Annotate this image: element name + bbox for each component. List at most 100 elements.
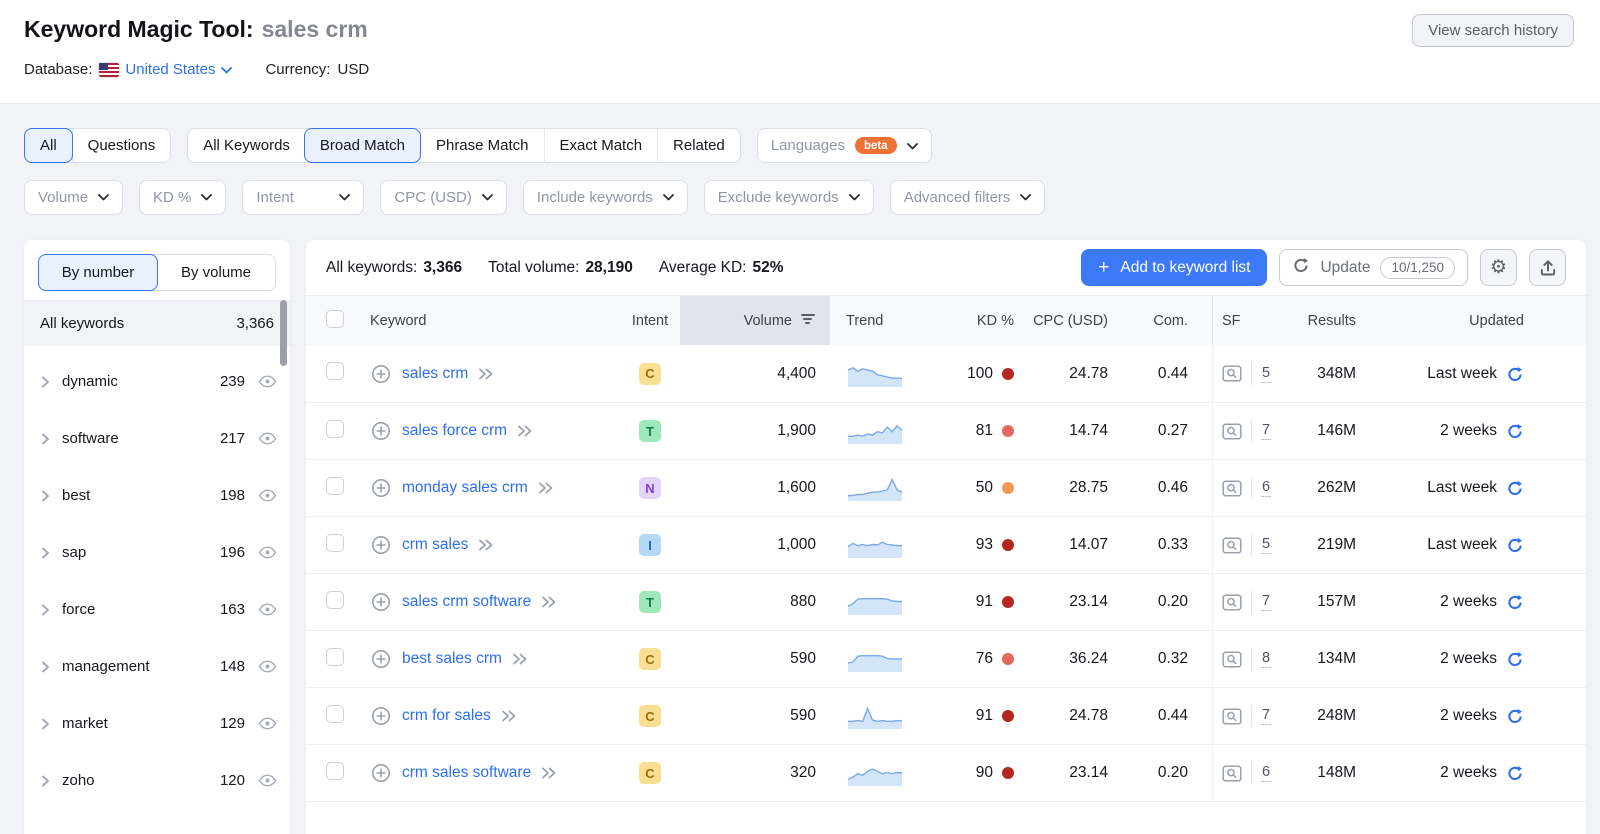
refresh-keyword-button[interactable]	[1506, 650, 1524, 668]
double-chevron-icon[interactable]	[512, 653, 527, 665]
eye-icon[interactable]	[258, 774, 277, 787]
sidebar-group-software[interactable]: software 217	[24, 410, 290, 467]
column-header-cpc[interactable]: CPC (USD)	[1033, 313, 1136, 329]
plus-circle-icon[interactable]	[370, 762, 392, 784]
column-header-com[interactable]: Com.	[1153, 313, 1212, 329]
languages-dropdown[interactable]: Languages beta	[756, 128, 932, 163]
column-header-kd[interactable]: KD %	[977, 313, 1030, 329]
serp-features-icon[interactable]	[1222, 707, 1242, 725]
column-header-updated[interactable]: Updated	[1469, 313, 1586, 329]
double-chevron-icon[interactable]	[501, 710, 516, 722]
double-chevron-icon[interactable]	[517, 425, 532, 437]
column-header-keyword[interactable]: Keyword	[362, 313, 620, 329]
export-button[interactable]	[1529, 249, 1566, 286]
sidebar-group-zoho[interactable]: zoho 120	[24, 752, 290, 809]
sf-count[interactable]: 7	[1261, 422, 1272, 440]
filter-dropdown-include-keywords[interactable]: Include keywords	[522, 180, 688, 215]
keyword-link[interactable]: crm for sales	[402, 707, 491, 725]
column-header-intent[interactable]: Intent	[632, 313, 668, 329]
filter-dropdown-cpc-usd-[interactable]: CPC (USD)	[380, 180, 507, 215]
eye-icon[interactable]	[258, 603, 277, 616]
keyword-link[interactable]: monday sales crm	[402, 479, 528, 497]
refresh-keyword-button[interactable]	[1506, 479, 1524, 497]
column-header-results[interactable]: Results	[1308, 313, 1374, 329]
plus-circle-icon[interactable]	[370, 477, 392, 499]
row-checkbox[interactable]	[326, 704, 344, 723]
column-header-trend[interactable]: Trend	[830, 313, 940, 329]
chevron-right-icon[interactable]	[40, 775, 51, 787]
double-chevron-icon[interactable]	[541, 767, 556, 779]
filter-dropdown-volume[interactable]: Volume	[24, 180, 124, 215]
filter-tab-broad-match[interactable]: Broad Match	[303, 128, 421, 163]
plus-circle-icon[interactable]	[370, 363, 392, 385]
chevron-right-icon[interactable]	[40, 718, 51, 730]
update-button[interactable]: Update 10/1,250	[1279, 249, 1468, 286]
row-checkbox[interactable]	[326, 590, 344, 609]
filter-tab-all[interactable]: All	[24, 128, 73, 163]
refresh-keyword-button[interactable]	[1506, 422, 1524, 440]
plus-circle-icon[interactable]	[370, 648, 392, 670]
sidebar-group-management[interactable]: management 148	[24, 638, 290, 695]
row-checkbox[interactable]	[326, 419, 344, 438]
keyword-link[interactable]: sales force crm	[402, 422, 507, 440]
sidebar-toggle-by-number[interactable]: By number	[38, 254, 158, 291]
sidebar-group-dynamic[interactable]: dynamic 239	[24, 353, 290, 410]
chevron-right-icon[interactable]	[40, 433, 51, 445]
refresh-keyword-button[interactable]	[1506, 764, 1524, 782]
sf-count[interactable]: 8	[1261, 650, 1272, 668]
row-checkbox[interactable]	[326, 761, 344, 780]
view-search-history-button[interactable]: View search history	[1412, 14, 1574, 47]
double-chevron-icon[interactable]	[538, 482, 553, 494]
chevron-right-icon[interactable]	[40, 376, 51, 388]
sidebar-item-all-keywords[interactable]: All keywords 3,366	[24, 300, 290, 346]
row-checkbox[interactable]	[326, 533, 344, 552]
keyword-link[interactable]: sales crm software	[402, 593, 531, 611]
eye-icon[interactable]	[258, 717, 277, 730]
filter-tab-phrase-match[interactable]: Phrase Match	[419, 129, 544, 162]
filter-dropdown-kd-[interactable]: KD %	[139, 180, 227, 215]
column-header-volume[interactable]: Volume	[680, 296, 830, 345]
sidebar-group-best[interactable]: best 198	[24, 467, 290, 524]
serp-features-icon[interactable]	[1222, 593, 1242, 611]
filter-dropdown-exclude-keywords[interactable]: Exclude keywords	[703, 180, 874, 215]
keyword-link[interactable]: crm sales software	[402, 764, 531, 782]
keyword-link[interactable]: crm sales	[402, 536, 468, 554]
serp-features-icon[interactable]	[1222, 764, 1242, 782]
double-chevron-icon[interactable]	[541, 596, 556, 608]
keyword-link[interactable]: best sales crm	[402, 650, 502, 668]
select-all-checkbox[interactable]	[326, 309, 344, 328]
plus-circle-icon[interactable]	[370, 705, 392, 727]
refresh-keyword-button[interactable]	[1506, 365, 1524, 383]
sf-count[interactable]: 6	[1261, 479, 1272, 497]
sf-count[interactable]: 7	[1261, 593, 1272, 611]
serp-features-icon[interactable]	[1222, 422, 1242, 440]
eye-icon[interactable]	[258, 375, 277, 388]
double-chevron-icon[interactable]	[478, 539, 493, 551]
filter-dropdown-advanced-filters[interactable]: Advanced filters	[889, 180, 1046, 215]
sidebar-toggle-by-volume[interactable]: By volume	[157, 255, 275, 290]
column-header-sf[interactable]: SF	[1212, 296, 1304, 345]
row-checkbox[interactable]	[326, 647, 344, 666]
eye-icon[interactable]	[258, 489, 277, 502]
sidebar-group-sap[interactable]: sap 196	[24, 524, 290, 581]
sidebar-group-force[interactable]: force 163	[24, 581, 290, 638]
plus-circle-icon[interactable]	[370, 420, 392, 442]
filter-tab-exact-match[interactable]: Exact Match	[543, 129, 658, 162]
refresh-keyword-button[interactable]	[1506, 593, 1524, 611]
chevron-right-icon[interactable]	[40, 661, 51, 673]
chevron-right-icon[interactable]	[40, 604, 51, 616]
chevron-right-icon[interactable]	[40, 547, 51, 559]
refresh-keyword-button[interactable]	[1506, 536, 1524, 554]
serp-features-icon[interactable]	[1222, 650, 1242, 668]
database-selector[interactable]: United States	[99, 61, 233, 78]
chevron-right-icon[interactable]	[40, 490, 51, 502]
sf-count[interactable]: 6	[1261, 764, 1272, 782]
refresh-keyword-button[interactable]	[1506, 707, 1524, 725]
row-checkbox[interactable]	[326, 362, 344, 380]
row-checkbox[interactable]	[326, 476, 344, 495]
sf-count[interactable]: 5	[1261, 536, 1272, 554]
plus-circle-icon[interactable]	[370, 534, 392, 556]
sf-count[interactable]: 5	[1261, 365, 1272, 383]
filter-tab-questions[interactable]: Questions	[71, 129, 171, 162]
serp-features-icon[interactable]	[1222, 536, 1242, 554]
